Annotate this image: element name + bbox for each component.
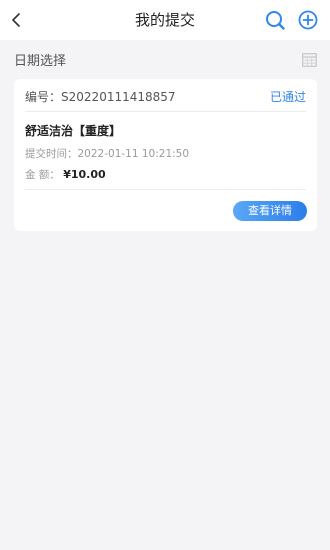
divider xyxy=(25,189,306,190)
add-button[interactable] xyxy=(297,9,319,31)
date-filter-bar: 日期选择 xyxy=(0,44,330,74)
divider xyxy=(25,111,306,112)
status-badge: 已通过 xyxy=(269,90,306,104)
amount: 金 额： ¥10.00 xyxy=(25,168,106,181)
add-circle-icon xyxy=(298,10,318,30)
service-title: 舒适洁治【重度】 xyxy=(25,124,122,138)
submit-time: 提交时间：2022-01-11 10:21:50 xyxy=(25,148,190,160)
order-number: 编号：S20220111418857 xyxy=(25,90,176,104)
calendar-icon xyxy=(302,53,317,67)
submission-card[interactable]: 编号：S20220111418857 已通过 舒适洁治【重度】 提交时间：202… xyxy=(14,79,317,231)
search-button[interactable] xyxy=(264,9,286,31)
calendar-button[interactable] xyxy=(302,52,317,67)
search-icon xyxy=(266,11,285,30)
view-details-button[interactable]: 查看详情 xyxy=(233,201,307,221)
date-filter-label[interactable]: 日期选择 xyxy=(14,50,66,69)
chevron-left-icon xyxy=(12,13,20,27)
order-number-row: 编号：S20220111418857 已通过 xyxy=(25,88,306,108)
back-button[interactable] xyxy=(6,8,26,32)
top-nav-bar: 我的提交 xyxy=(0,0,330,40)
